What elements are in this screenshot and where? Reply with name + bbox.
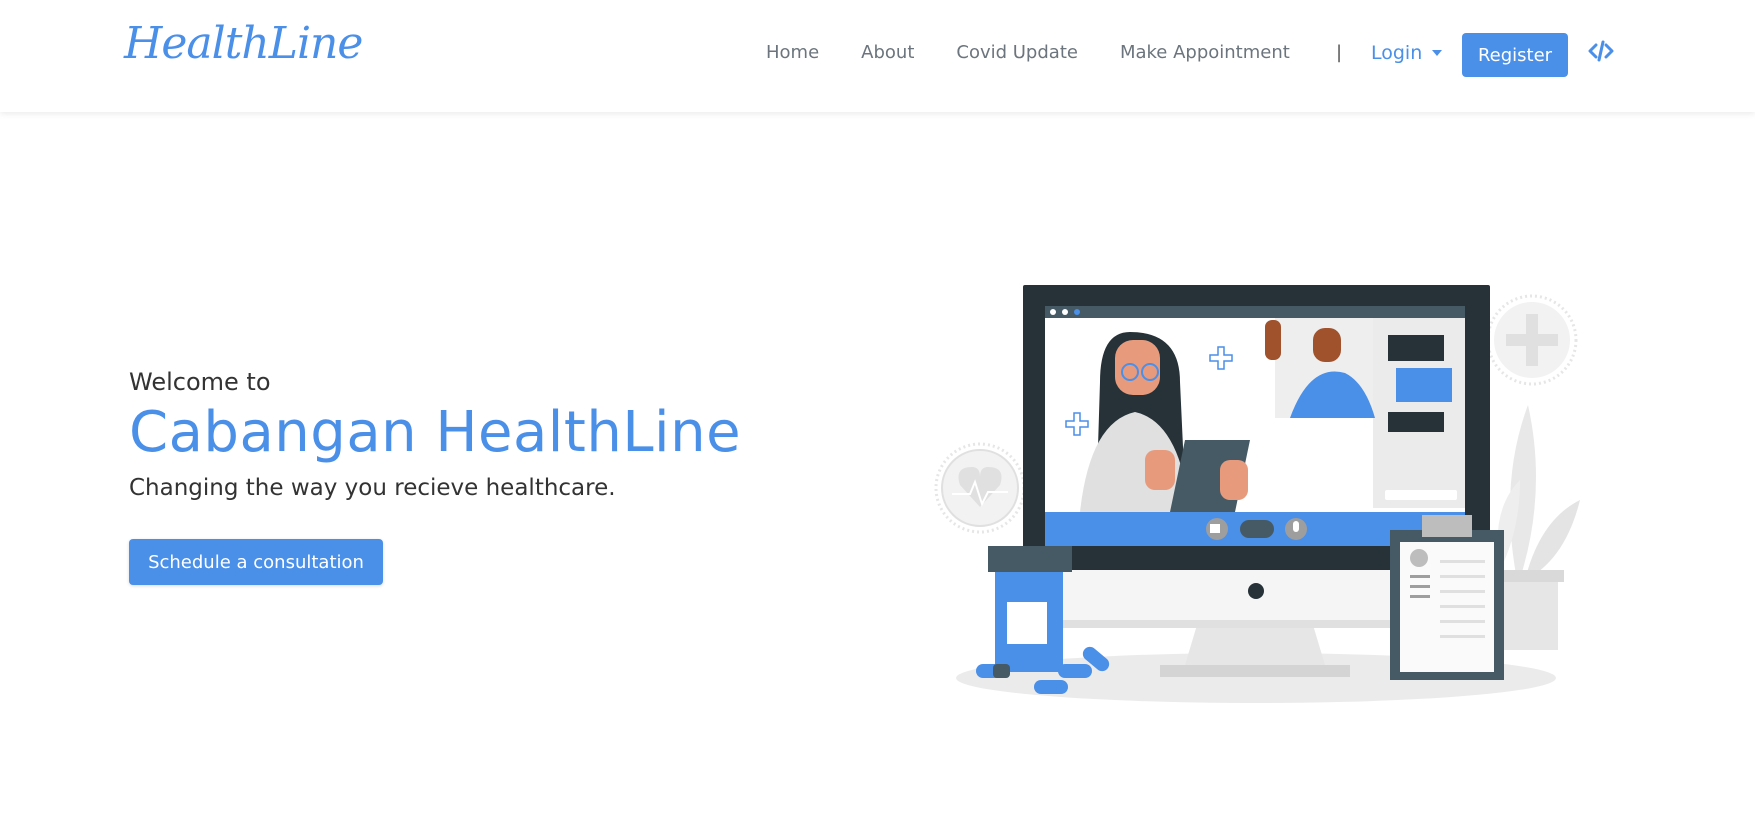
caret-down-icon <box>1432 50 1443 56</box>
welcome-text: Welcome to <box>129 368 271 396</box>
nav-links: Home About Covid Update Make Appointment <box>766 42 1332 63</box>
hero-headline: Cabangan HealthLine <box>129 400 742 465</box>
code-icon[interactable] <box>1588 38 1614 64</box>
login-dropdown[interactable]: Login <box>1371 42 1443 64</box>
hero-section: Welcome to Cabangan HealthLine Changing … <box>129 368 741 585</box>
nav-covid-update[interactable]: Covid Update <box>956 42 1078 63</box>
telehealth-illustration <box>934 285 1580 703</box>
register-button[interactable]: Register <box>1462 33 1568 77</box>
nav-home[interactable]: Home <box>766 42 819 63</box>
nav-about[interactable]: About <box>861 42 914 63</box>
navbar: HealthLine Home About Covid Update Make … <box>0 0 1755 112</box>
schedule-consultation-button[interactable]: Schedule a consultation <box>129 539 383 585</box>
login-label: Login <box>1371 42 1423 64</box>
brand-logo[interactable]: HealthLine <box>124 18 363 69</box>
nav-make-appointment[interactable]: Make Appointment <box>1120 42 1290 63</box>
hero-tagline: Changing the way you recieve healthcare. <box>129 475 616 501</box>
nav-separator: | <box>1336 42 1343 63</box>
